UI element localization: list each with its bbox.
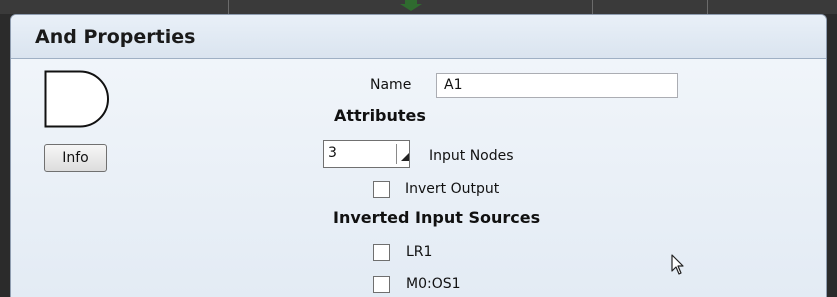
select-divider: [396, 144, 397, 164]
mouse-pointer-icon: [671, 254, 684, 275]
background-toolbar-strip: [0, 0, 837, 14]
green-arrow-icon: [400, 0, 422, 11]
lr1-label: LR1: [406, 244, 433, 260]
info-button[interactable]: Info: [44, 144, 107, 172]
and-gate-icon: [44, 70, 109, 128]
lr1-checkbox[interactable]: [373, 244, 390, 261]
dropdown-arrow-icon: [401, 153, 409, 161]
attributes-heading: Attributes: [334, 106, 426, 125]
strip-divider: [707, 0, 708, 14]
name-label: Name: [370, 77, 412, 93]
strip-divider: [592, 0, 593, 14]
dialog-title: And Properties: [35, 26, 196, 48]
input-nodes-value: 3: [328, 145, 337, 161]
strip-divider: [228, 0, 229, 14]
m0-os1-checkbox[interactable]: [373, 276, 390, 293]
dialog-title-bar: And Properties: [11, 15, 826, 59]
input-nodes-label: Input Nodes: [429, 148, 514, 164]
input-nodes-select[interactable]: 3: [323, 140, 410, 168]
invert-output-checkbox[interactable]: [373, 181, 390, 198]
name-input[interactable]: A1: [436, 73, 678, 98]
and-properties-dialog: And Properties Info Name A1 Attributes 3…: [10, 14, 827, 297]
m0-os1-label: M0:OS1: [406, 276, 461, 292]
inverted-input-sources-heading: Inverted Input Sources: [333, 208, 541, 227]
invert-output-label: Invert Output: [405, 181, 500, 197]
